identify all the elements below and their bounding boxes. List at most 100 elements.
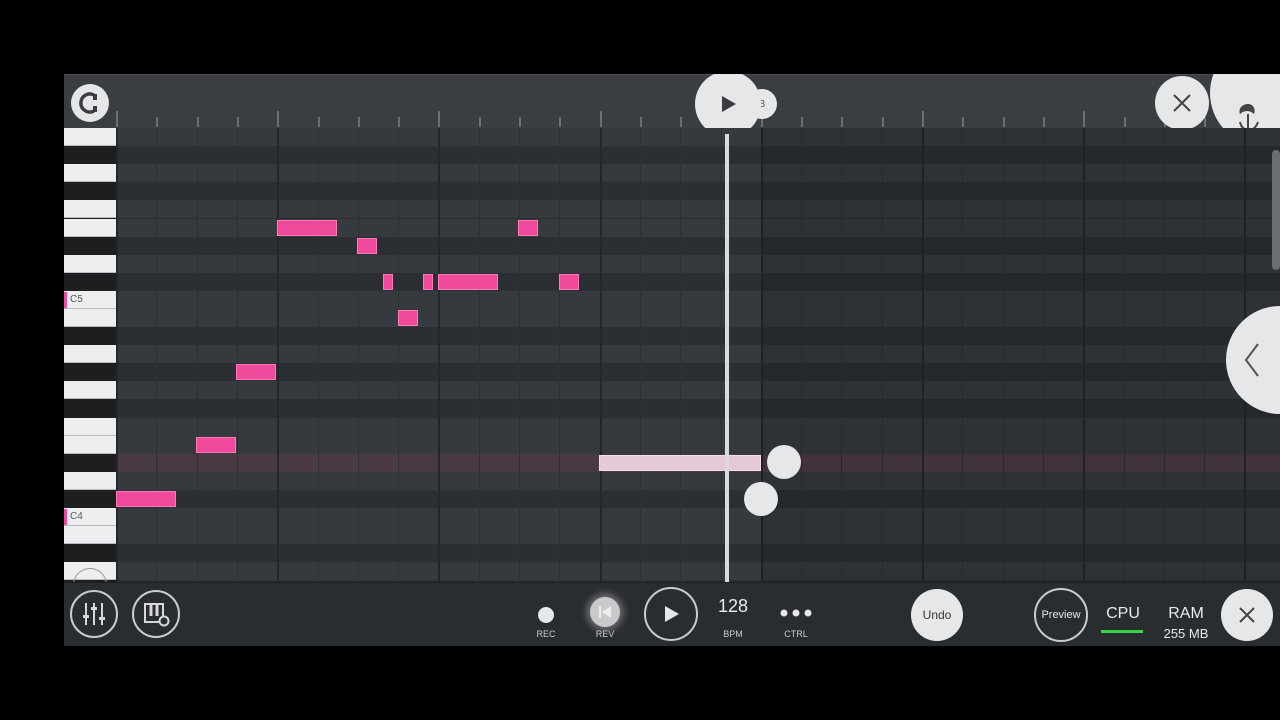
ruler-tick (962, 117, 965, 127)
piano-black-key[interactable] (64, 327, 116, 346)
ctrl-button[interactable] (776, 605, 816, 621)
piano-black-key[interactable] (64, 272, 116, 291)
beat-line (196, 128, 198, 582)
playhead[interactable] (725, 134, 729, 582)
close-icon (1239, 607, 1255, 623)
bottom-toolbar: REC REV 128 BPM CTRL Undo Preview CPU RA… (64, 582, 1280, 646)
beat-line (357, 128, 359, 582)
note[interactable] (236, 364, 276, 381)
close-editor-button[interactable] (1221, 589, 1273, 641)
piano-black-key[interactable] (64, 146, 116, 165)
snap-tool-button[interactable] (71, 84, 109, 122)
ruler-tick (1083, 111, 1086, 127)
ruler-tick (196, 117, 199, 127)
top-bar: B (64, 74, 1280, 145)
beat-line (156, 128, 158, 582)
ruler-tick (519, 117, 521, 127)
ruler-tick (398, 117, 401, 127)
ruler-tick (156, 117, 159, 127)
piano-white-key[interactable] (64, 218, 116, 237)
bar-line (116, 128, 118, 582)
piano-white-key[interactable] (64, 164, 116, 183)
piano-white-key[interactable] (64, 417, 116, 436)
note[interactable] (383, 273, 393, 290)
record-button[interactable] (538, 607, 554, 623)
piano-white-key[interactable] (64, 471, 116, 490)
bar-line (438, 128, 441, 582)
beat-line (478, 128, 480, 582)
ruler-tick (559, 117, 562, 127)
note[interactable] (116, 491, 176, 507)
note[interactable] (438, 273, 498, 290)
piano-white-key[interactable] (64, 309, 116, 328)
piano-black-key[interactable] (64, 363, 116, 382)
piano-white-key[interactable] (64, 345, 116, 364)
ram-value: 255 MB (1163, 626, 1209, 641)
piano-keyboard[interactable]: C5 C4 (64, 128, 116, 582)
beat-line (317, 128, 319, 582)
note[interactable] (559, 273, 579, 290)
ruler-tick (1123, 117, 1126, 127)
keyboard-settings-icon (144, 603, 170, 627)
close-button[interactable] (1155, 76, 1209, 130)
note-move-handle[interactable] (744, 482, 778, 516)
selected-note[interactable] (599, 454, 761, 471)
mixer-button[interactable] (70, 590, 118, 638)
piano-black-key[interactable] (64, 490, 116, 509)
note-grid[interactable] (116, 128, 1280, 582)
ruler-tick (438, 111, 441, 127)
rewind-button[interactable] (590, 597, 620, 627)
bar-line (277, 128, 280, 582)
note[interactable] (196, 436, 236, 453)
piano-white-key[interactable] (64, 254, 116, 273)
beat-line (519, 128, 520, 582)
tempo-value[interactable]: 128 (710, 596, 756, 617)
ruler-tick (236, 117, 239, 127)
ruler-tick (680, 117, 683, 127)
play-button[interactable] (644, 587, 698, 641)
piano-white-key[interactable] (64, 200, 116, 219)
channel-settings-button[interactable] (132, 590, 180, 638)
preview-button[interactable]: Preview (1034, 588, 1088, 642)
close-icon (1173, 94, 1191, 112)
piano-black-key[interactable] (64, 544, 116, 563)
note[interactable] (518, 219, 538, 236)
piano-black-key[interactable] (64, 182, 116, 201)
bar-line (599, 128, 602, 582)
note[interactable] (277, 219, 337, 236)
active-key-marker (64, 509, 67, 526)
undo-button[interactable]: Undo (911, 589, 963, 641)
beat-line (720, 128, 722, 582)
ram-label: RAM (1168, 605, 1204, 622)
note[interactable] (423, 273, 433, 290)
piano-white-key[interactable] (64, 526, 116, 545)
piano-white-key[interactable] (64, 435, 116, 454)
ctrl-label: CTRL (784, 629, 808, 639)
ruler-tick (317, 117, 320, 127)
piano-black-key[interactable] (64, 453, 116, 472)
ruler-tick (1042, 117, 1045, 127)
piano-white-key[interactable] (64, 128, 116, 147)
c5-key-label: C5 (70, 293, 83, 305)
piano-black-key[interactable] (64, 236, 116, 255)
piano-black-key[interactable] (64, 399, 116, 418)
note-resize-handle[interactable] (767, 445, 801, 479)
scroll-indicator[interactable] (1272, 150, 1280, 270)
ruler-tick (639, 117, 642, 127)
note[interactable] (398, 310, 418, 326)
ruler-tick (357, 117, 360, 127)
ruler-tick (478, 117, 481, 127)
cpu-label: CPU (1106, 605, 1140, 622)
mixer-sliders-icon (83, 603, 105, 625)
undo-label: Undo (922, 608, 952, 622)
skip-back-icon (599, 606, 611, 618)
piano-white-key[interactable] (64, 381, 116, 400)
out-of-range-shade (761, 128, 1280, 582)
magnet-icon (79, 92, 97, 114)
more-dots-icon (780, 609, 812, 617)
piano-roll-window: B C5 C4 REC REV 128 BPM CTRL Undo Previe… (64, 74, 1280, 646)
ruler-tick (599, 111, 602, 127)
beat-line (639, 128, 641, 582)
note[interactable] (357, 237, 377, 254)
beat-line (236, 128, 238, 582)
